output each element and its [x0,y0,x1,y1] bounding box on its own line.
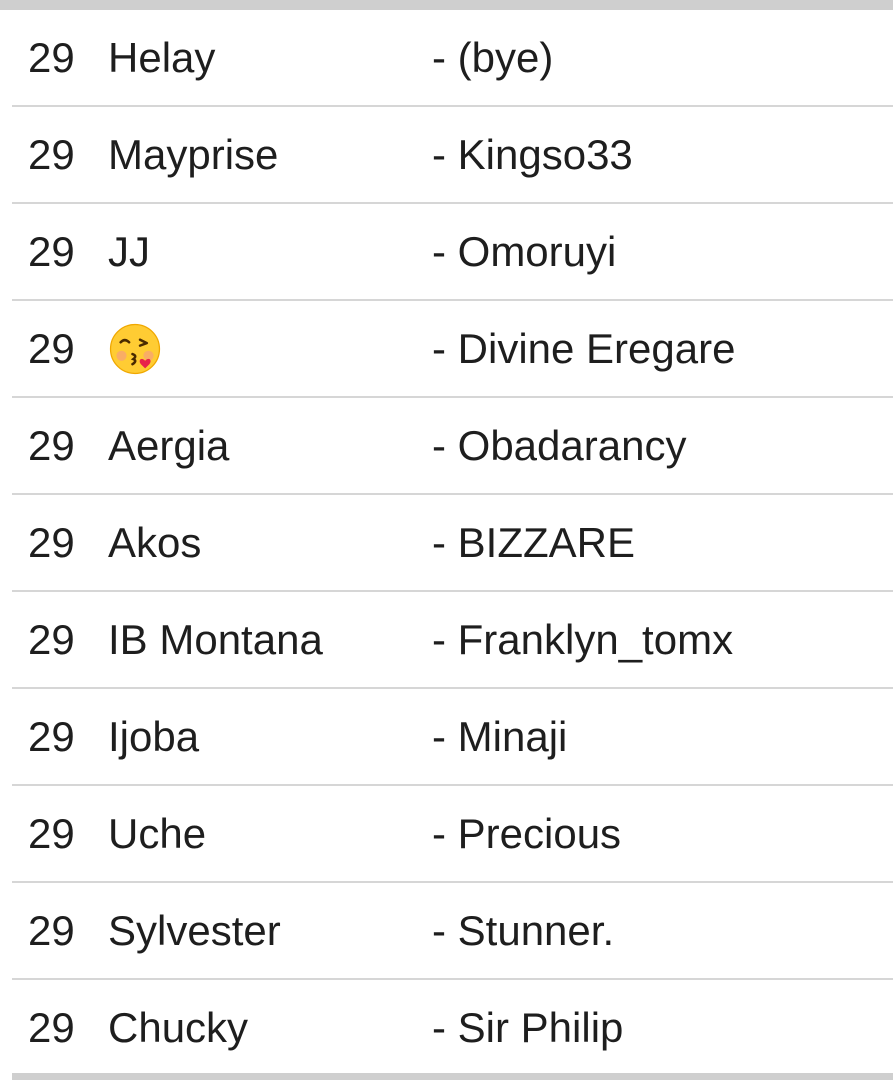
row-name: JJ [108,228,150,275]
row-number: 29 [28,907,75,954]
row-name: IB Montana [108,616,323,663]
row-partner: - Kingso33 [432,131,633,178]
row-number: 29 [28,34,75,81]
row-name-emoji [108,301,162,396]
row-number: 29 [28,519,75,566]
table-row: 29 JJ - Omoruyi [12,204,893,301]
row-partner: - Stunner. [432,907,615,954]
row-partner: - Precious [432,810,622,857]
row-partner: - Omoruyi [432,228,617,275]
row-number: 29 [28,131,75,178]
table-row: 29 Helay - (bye) [12,10,893,107]
row-number: 29 [28,422,75,469]
table-row: 29 Mayprise - Kingso33 [12,107,893,204]
row-number: 29 [28,616,75,663]
page: 29 Helay - (bye) 29 Mayprise - Kingso33 … [0,0,893,1080]
top-border [0,0,893,10]
row-partner: - Sir Philip [432,1004,624,1051]
row-number: 29 [28,713,75,760]
row-name: Sylvester [108,907,281,954]
table-row: 29 IB Montana - Franklyn_tomx [12,592,893,689]
row-number: 29 [28,1004,75,1051]
row-partner: - BIZZARE [432,519,636,566]
row-name: Helay [108,34,216,81]
row-name: Chucky [108,1004,249,1051]
row-name: Ijoba [108,713,200,760]
row-number: 29 [28,810,75,857]
row-partner: - Divine Eregare [432,325,736,372]
row-name: Akos [108,519,202,566]
row-number: 29 [28,228,75,275]
table-row: 29 Chucky - Sir Philip [12,980,893,1077]
table-row: 29 Uche - Precious [12,786,893,883]
table-row: 29 Ijoba - Minaji [12,689,893,786]
row-number: 29 [28,325,75,372]
table-row: 29 Akos - BIZZARE [12,495,893,592]
table-row: 29 - Divine Eregare [12,301,893,398]
row-partner: - Minaji [432,713,568,760]
table-row: 29 Sylvester - Stunner. [12,883,893,980]
table-row: 29 Aergia - Obadarancy [12,398,893,495]
row-partner: - Franklyn_tomx [432,616,734,663]
row-name: Mayprise [108,131,279,178]
bottom-border [12,1073,893,1080]
pairings-table: 29 Helay - (bye) 29 Mayprise - Kingso33 … [12,10,893,1077]
row-name: Uche [108,810,207,857]
face-blowing-a-kiss-emoji [109,323,161,375]
row-partner: - (bye) [432,34,554,81]
row-partner: - Obadarancy [432,422,687,469]
row-name: Aergia [108,422,230,469]
